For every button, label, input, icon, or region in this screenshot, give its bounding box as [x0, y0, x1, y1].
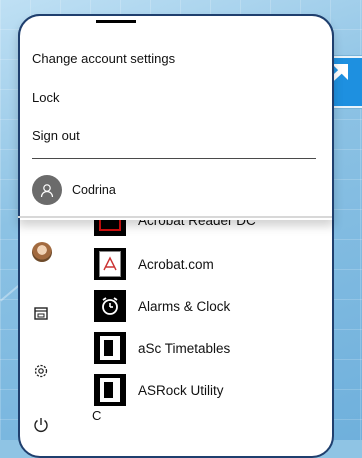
app-label: Acrobat.com: [138, 256, 214, 272]
gear-icon[interactable]: [30, 360, 52, 382]
account-menu: Change account settings Lock Sign out Co…: [18, 14, 334, 220]
user-silhouette-icon: [32, 175, 62, 205]
sign-out-item[interactable]: Sign out: [32, 128, 80, 143]
alarm-clock-icon: [94, 290, 126, 322]
app-label: ASRock Utility: [138, 382, 224, 398]
asrock-utility-icon: [94, 374, 126, 406]
lock-item[interactable]: Lock: [32, 90, 59, 105]
account-user-row[interactable]: Codrina: [20, 168, 332, 212]
popup-shadow-edge: [18, 216, 332, 218]
app-label: Alarms & Clock: [138, 298, 231, 314]
menu-divider: [32, 158, 316, 159]
power-icon[interactable]: [30, 414, 52, 436]
app-label: aSc Timetables: [138, 340, 231, 356]
user-name: Codrina: [72, 183, 116, 197]
app-item-asc-timetables[interactable]: aSc Timetables: [94, 330, 324, 366]
drag-handle: [96, 20, 136, 23]
documents-icon[interactable]: [30, 302, 52, 324]
acrobat-com-icon: [94, 248, 126, 280]
app-item-acrobat-com[interactable]: Acrobat.com: [94, 246, 324, 282]
app-item-alarms-clock[interactable]: Alarms & Clock: [94, 288, 324, 324]
group-letter: C: [92, 408, 102, 423]
asc-timetables-icon: [94, 332, 126, 364]
user-avatar-photo[interactable]: [32, 242, 52, 262]
app-item-asrock-utility[interactable]: ASRock Utility: [94, 372, 324, 408]
change-account-settings-item[interactable]: Change account settings: [32, 51, 175, 66]
